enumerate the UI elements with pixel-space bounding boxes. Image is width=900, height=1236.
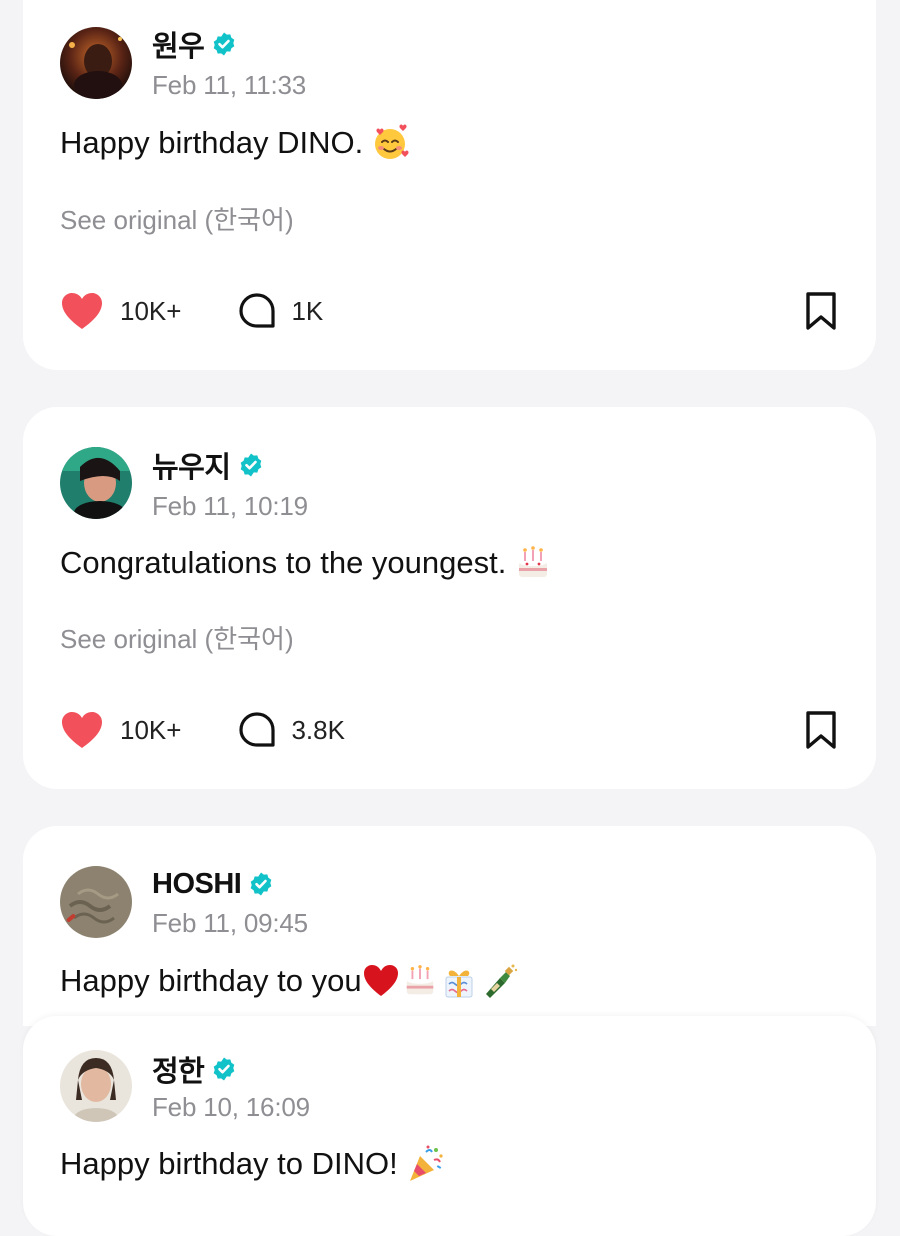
champagne-bottle-icon bbox=[480, 962, 518, 1000]
post-text-content: Happy birthday to DINO! bbox=[60, 1146, 398, 1181]
author-avatar[interactable] bbox=[60, 27, 132, 99]
post-date: Feb 11, 11:33 bbox=[152, 70, 306, 100]
post-text: Happy birthday to DINO! bbox=[60, 1144, 446, 1184]
author-name[interactable]: 뉴우지 bbox=[152, 444, 231, 486]
see-original-link[interactable]: See original (한국어) bbox=[60, 619, 294, 656]
birthday-cake-icon bbox=[402, 962, 438, 1000]
like-button[interactable]: 10K+ bbox=[60, 291, 181, 331]
like-button[interactable]: 10K+ bbox=[60, 710, 181, 750]
post-card[interactable]: 뉴우지 Feb 11, 10:19 Congratulations to the… bbox=[23, 407, 876, 789]
author-name[interactable]: 정한 bbox=[152, 1048, 205, 1090]
post-date: Feb 11, 10:19 bbox=[152, 491, 308, 521]
verified-badge-icon bbox=[211, 31, 237, 57]
comment-count: 1K bbox=[291, 295, 324, 326]
post-card[interactable]: HOSHI Feb 11, 09:45 Happy birthday to yo… bbox=[23, 826, 876, 1026]
red-heart-icon bbox=[362, 962, 400, 1000]
like-count: 10K+ bbox=[120, 714, 182, 745]
smiling-face-with-hearts-icon bbox=[371, 124, 409, 162]
wrapped-gift-icon bbox=[440, 962, 478, 1000]
post-text-content: Happy birthday DINO. bbox=[60, 125, 364, 160]
author-name[interactable]: 원우 bbox=[152, 23, 205, 65]
post-text-content: Happy birthday to you bbox=[60, 963, 362, 998]
heart-icon bbox=[62, 293, 102, 329]
bookmark-button[interactable] bbox=[803, 291, 839, 331]
bookmark-icon bbox=[806, 292, 836, 330]
party-popper-icon bbox=[406, 1144, 446, 1184]
comment-icon bbox=[239, 712, 276, 747]
bookmark-button[interactable] bbox=[803, 710, 839, 750]
verified-badge-icon bbox=[238, 452, 264, 478]
author-name[interactable]: HOSHI bbox=[152, 868, 242, 901]
post-card[interactable]: 정한 Feb 10, 16:09 Happy birthday to DINO! bbox=[23, 1016, 876, 1236]
post-date: Feb 10, 16:09 bbox=[152, 1092, 310, 1122]
post-text-content: Congratulations to the youngest. bbox=[60, 545, 507, 580]
post-date: Feb 11, 09:45 bbox=[152, 908, 308, 938]
post-card[interactable]: 원우 Feb 11, 11:33 Happy birthday DINO. Se… bbox=[23, 0, 876, 370]
author-avatar[interactable] bbox=[60, 1050, 132, 1122]
like-count: 10K+ bbox=[120, 295, 182, 326]
bookmark-icon bbox=[806, 711, 836, 749]
comment-button[interactable]: 1K bbox=[237, 291, 323, 331]
comment-button[interactable]: 3.8K bbox=[237, 710, 345, 750]
post-text: Congratulations to the youngest. bbox=[60, 544, 552, 582]
post-text: Happy birthday to you bbox=[60, 962, 518, 1000]
comment-icon bbox=[239, 293, 276, 328]
comment-count: 3.8K bbox=[291, 714, 345, 745]
verified-badge-icon bbox=[211, 1056, 237, 1082]
author-avatar[interactable] bbox=[60, 447, 132, 519]
see-original-link[interactable]: See original (한국어) bbox=[60, 200, 294, 237]
verified-badge-icon bbox=[248, 871, 274, 897]
birthday-cake-icon bbox=[514, 544, 552, 582]
post-text: Happy birthday DINO. bbox=[60, 124, 409, 162]
author-avatar[interactable] bbox=[60, 866, 132, 938]
heart-icon bbox=[62, 712, 102, 748]
